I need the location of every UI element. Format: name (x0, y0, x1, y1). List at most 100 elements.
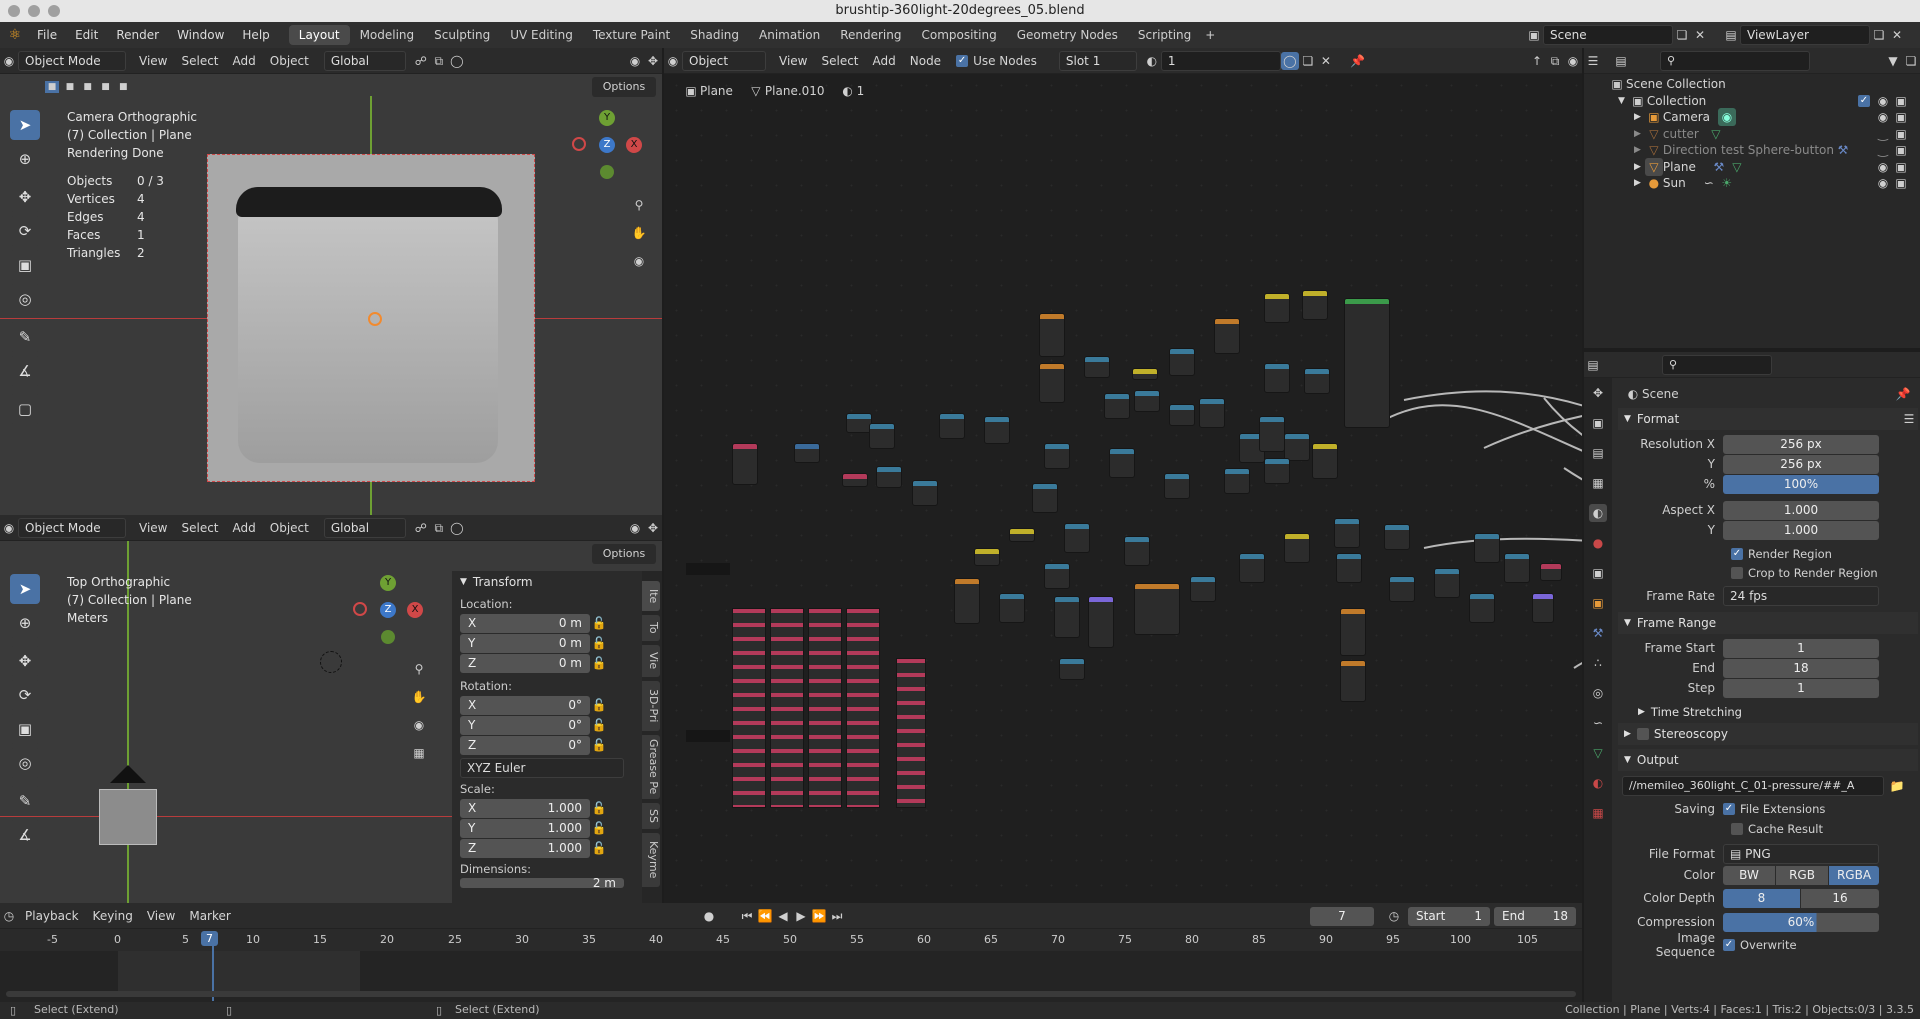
color-bw-button[interactable]: BW (1723, 865, 1775, 885)
navigation-gizmo[interactable]: Z Y X (572, 110, 642, 180)
mesh-data-icon[interactable]: ▽ (1728, 158, 1746, 176)
frame-rate-dropdown[interactable]: 24 fps (1723, 586, 1879, 606)
rotation-mode-dropdown[interactable]: XYZ Euler (460, 758, 624, 778)
timeline[interactable]: ◷ Playback Keying View Marker ● ⏮ ⏪ ◀ ▶ … (0, 903, 1582, 1002)
transform-tool[interactable]: ◎ (10, 748, 40, 778)
eye-icon[interactable]: ◉ (1874, 92, 1892, 110)
node[interactable] (1109, 448, 1135, 478)
node[interactable] (869, 423, 895, 449)
view-layer-tab-icon[interactable]: ▦ (1589, 474, 1607, 492)
options-button[interactable]: Options (592, 544, 656, 564)
crop-region-checkbox[interactable] (1731, 566, 1743, 579)
gizmo-neg-x[interactable] (572, 137, 586, 151)
node[interactable] (732, 443, 758, 485)
scene-icon[interactable]: ▣ (1525, 26, 1543, 44)
jump-keyframe-forward-icon[interactable]: ⏩ (810, 907, 828, 925)
gizmo-x[interactable]: X (626, 137, 642, 153)
node[interactable] (1039, 313, 1065, 357)
stereoscopy-panel-header[interactable]: ▶ Stereoscopy (1618, 723, 1918, 745)
particles-tab-icon[interactable]: ∴ (1589, 654, 1607, 672)
menu-render[interactable]: Render (107, 28, 168, 42)
file-extensions-checkbox[interactable]: ✓ (1723, 803, 1735, 815)
node[interactable] (1302, 290, 1328, 320)
select-intersect-icon[interactable]: ■ (116, 81, 130, 93)
node[interactable] (1389, 576, 1415, 602)
select-box-tool[interactable]: ➤ (10, 574, 40, 604)
lock-icon[interactable]: 🔓 (590, 716, 608, 734)
gizmo-neg-y[interactable] (600, 165, 614, 179)
frame-step-field[interactable]: 1 (1723, 678, 1879, 698)
menu-select[interactable]: Select (174, 54, 225, 68)
node[interactable] (1214, 318, 1240, 354)
output-tab-icon[interactable]: ▤ (1589, 444, 1607, 462)
node[interactable] (1340, 660, 1366, 702)
node[interactable] (1084, 356, 1110, 378)
jump-start-icon[interactable]: ⏮ (738, 907, 756, 925)
mesh-data-icon[interactable]: ▽ (1707, 125, 1725, 143)
menu-marker[interactable]: Marker (182, 909, 237, 923)
jump-keyframe-back-icon[interactable]: ⏪ (756, 907, 774, 925)
camera-render-icon[interactable]: ▣ (1892, 125, 1910, 143)
select-invert-icon[interactable]: ■ (98, 81, 112, 93)
cursor-tool[interactable]: ⊕ (10, 144, 40, 174)
color-rgba-button[interactable]: RGBA (1829, 865, 1879, 885)
node[interactable] (1264, 293, 1290, 323)
exclude-checkbox[interactable]: ✓ (1858, 94, 1870, 107)
mode-dropdown[interactable]: Object Mode (18, 50, 126, 71)
tab-animation[interactable]: Animation (749, 25, 830, 45)
menu-help[interactable]: Help (233, 28, 278, 42)
node[interactable] (876, 466, 902, 488)
color-depth-16-button[interactable]: 16 (1801, 888, 1879, 908)
texture-tab-icon[interactable]: ▦ (1589, 804, 1607, 822)
rotate-tool[interactable]: ⟳ (10, 216, 40, 246)
proportional-edit-icon[interactable]: ◯ (448, 519, 466, 537)
sun-data-icon[interactable]: ☀ (1718, 174, 1736, 192)
material-output-node[interactable] (1540, 563, 1562, 581)
node[interactable] (1059, 658, 1085, 680)
node[interactable] (1124, 536, 1150, 566)
zoom-icon[interactable]: ⚲ (630, 196, 648, 214)
lock-icon[interactable]: 🔓 (590, 634, 608, 652)
plane-object[interactable] (99, 789, 157, 845)
node[interactable] (1134, 583, 1180, 635)
eye-closed-icon[interactable]: ‿ (1874, 125, 1892, 143)
tab-keymesh[interactable]: Keyme (642, 833, 660, 887)
eye-closed-icon[interactable]: ‿ (1874, 141, 1892, 159)
menu-view[interactable]: View (140, 909, 182, 923)
pivot-icon[interactable]: ☍ (412, 52, 430, 70)
node-frame-column[interactable] (732, 608, 766, 808)
viewport-bottom[interactable]: ◉ Object Mode View Select Add Object Glo… (0, 515, 662, 903)
node[interactable] (842, 473, 868, 487)
blender-logo-icon[interactable]: ⚛ (6, 26, 24, 44)
tab-rendering[interactable]: Rendering (830, 25, 911, 45)
outliner-item-scene-collection[interactable]: ▣ Scene Collection (1584, 76, 1920, 93)
outliner-search-input[interactable]: ⚲ (1660, 50, 1810, 71)
render-region-checkbox[interactable]: ✓ (1731, 547, 1743, 560)
navigation-gizmo[interactable]: Z Y X (353, 575, 423, 645)
node[interactable] (1474, 533, 1500, 563)
viewport-top[interactable]: ◉ Object Mode View Select Add Object Glo… (0, 48, 662, 515)
orientation-dropdown[interactable]: Global (323, 517, 406, 538)
options-button[interactable]: Options (592, 77, 656, 97)
node[interactable] (1259, 416, 1285, 452)
lock-icon[interactable]: 🔓 (590, 696, 608, 714)
node[interactable] (1384, 524, 1410, 550)
camera-view-icon[interactable]: ◉ (410, 716, 428, 734)
select-box-tool[interactable]: ➤ (10, 110, 40, 140)
menu-file[interactable]: File (28, 28, 66, 42)
outliner-item-sun[interactable]: ▶ ● Sun ∽ ☀ ◉ ▣ (1584, 175, 1920, 192)
node[interactable] (1434, 568, 1460, 598)
select-extend-icon[interactable]: ■ (63, 81, 77, 93)
minimize-window-button[interactable] (28, 5, 40, 17)
tab-geometry-nodes[interactable]: Geometry Nodes (1007, 25, 1128, 45)
maximize-window-button[interactable] (48, 5, 60, 17)
tab-view[interactable]: Vie (642, 645, 660, 677)
new-collection-icon[interactable]: ❏ (1902, 52, 1920, 70)
camera-render-icon[interactable]: ▣ (1892, 92, 1910, 110)
node[interactable] (1284, 433, 1310, 461)
rotate-tool[interactable]: ⟳ (10, 680, 40, 710)
resolution-x-field[interactable]: 256 px (1723, 434, 1879, 454)
select-subtract-icon[interactable]: ■ (81, 81, 95, 93)
camera-render-icon[interactable]: ▣ (1892, 174, 1910, 192)
node[interactable] (1039, 363, 1065, 403)
